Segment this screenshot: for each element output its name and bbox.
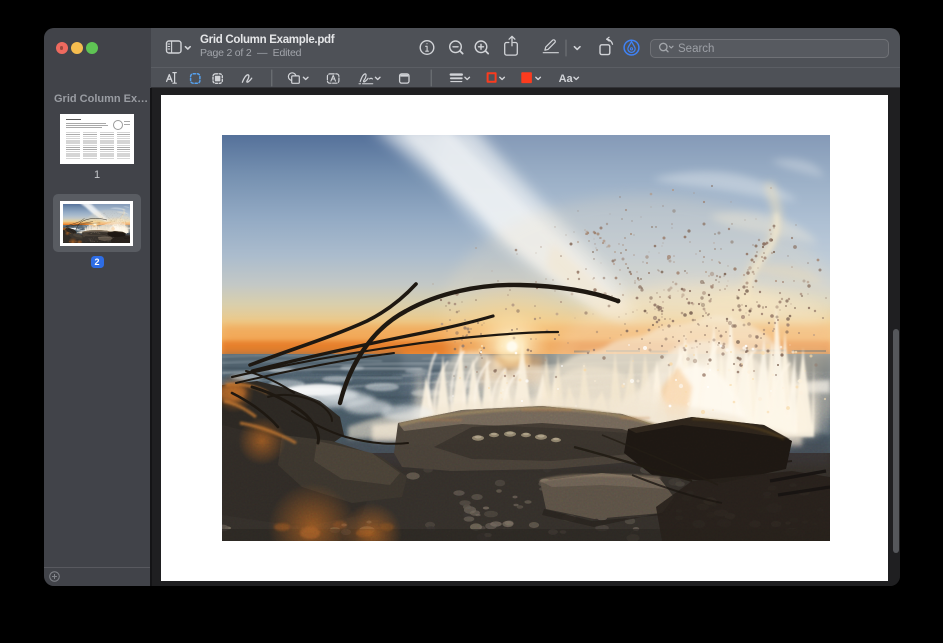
svg-text:Aa: Aa bbox=[559, 73, 574, 85]
